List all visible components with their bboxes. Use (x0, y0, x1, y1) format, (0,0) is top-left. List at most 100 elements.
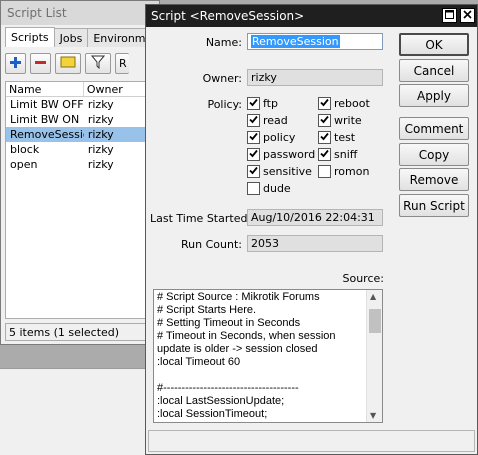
source-scrollbar[interactable]: ▲ ▼ (366, 290, 382, 422)
checkbox-test[interactable] (318, 131, 331, 144)
policy-sniff[interactable]: sniff (318, 148, 357, 161)
owner-field: rizky (247, 69, 383, 86)
policy-read-label: read (263, 114, 288, 127)
run-script-toolbar-label: R (119, 57, 127, 70)
run-script-button[interactable]: Run Script (399, 194, 469, 217)
row-name: open (10, 158, 38, 171)
row-name: block (10, 143, 40, 156)
check-icon (249, 131, 258, 144)
remove-button[interactable] (30, 53, 51, 74)
check-icon (320, 114, 329, 127)
copy-button[interactable]: Copy (399, 143, 469, 166)
tab-scripts[interactable]: Scripts (5, 27, 55, 47)
background-window-strip (0, 368, 160, 455)
comment-button[interactable]: Comment (399, 117, 469, 140)
policy-ftp-label: ftp (263, 97, 278, 110)
policy-dude-label: dude (263, 182, 291, 195)
checkbox-sensitive[interactable] (247, 165, 260, 178)
policy-policy-label: policy (263, 131, 296, 144)
last-started-label: Last Time Started: (150, 212, 252, 225)
cancel-button[interactable]: Cancel (399, 59, 469, 82)
close-button[interactable] (460, 8, 475, 23)
scroll-up-icon[interactable]: ▲ (370, 292, 376, 301)
add-button[interactable] (5, 53, 26, 74)
table-row-selected[interactable]: RemoveSession rizky (6, 127, 158, 142)
run-count-field: 2053 (247, 235, 383, 252)
checkbox-sniff[interactable] (318, 148, 331, 161)
check-icon (320, 97, 329, 110)
checkbox-reboot[interactable] (318, 97, 331, 110)
check-icon (320, 131, 329, 144)
last-started-field: Aug/10/2016 22:04:31 (247, 209, 383, 226)
check-icon (249, 148, 258, 161)
ok-button[interactable]: OK (399, 33, 469, 56)
policy-dude[interactable]: dude (247, 182, 291, 195)
comment-button[interactable] (55, 53, 81, 74)
checkbox-read[interactable] (247, 114, 260, 127)
table-row[interactable]: open rizky (6, 157, 158, 172)
policy-password-label: password (263, 148, 316, 161)
table-row[interactable]: Limit BW OFF rizky (6, 97, 158, 112)
dialog-status-bar (148, 430, 475, 452)
maximize-button[interactable] (442, 8, 457, 23)
script-list-toolbar: R (5, 53, 159, 77)
owner-label: Owner: (202, 72, 242, 85)
policy-ftp[interactable]: ftp (247, 97, 278, 110)
source-editor[interactable]: # Script Source : Mikrotik Forums # Scri… (153, 289, 383, 423)
checkbox-policy[interactable] (247, 131, 260, 144)
table-row[interactable]: block rizky (6, 142, 158, 157)
checkbox-romon[interactable] (318, 165, 331, 178)
row-name: Limit BW OFF (10, 98, 84, 111)
minus-icon (34, 56, 47, 72)
tab-jobs[interactable]: Jobs (53, 28, 89, 47)
filter-button[interactable] (85, 53, 111, 74)
checkbox-dude[interactable] (247, 182, 260, 195)
row-name: RemoveSession (10, 128, 84, 141)
policy-sensitive-label: sensitive (263, 165, 312, 178)
policy-romon[interactable]: romon (318, 165, 369, 178)
policy-write-label: write (334, 114, 362, 127)
policy-sensitive[interactable]: sensitive (247, 165, 312, 178)
scroll-down-icon[interactable]: ▼ (370, 411, 376, 420)
policy-write[interactable]: write (318, 114, 362, 127)
policy-romon-label: romon (334, 165, 370, 178)
column-name[interactable]: Name (6, 82, 84, 96)
policy-test[interactable]: test (318, 131, 355, 144)
source-label: Source: (342, 272, 385, 285)
close-icon (463, 9, 472, 22)
name-value: RemoveSession (251, 35, 340, 48)
check-icon (249, 114, 258, 127)
policy-policy[interactable]: policy (247, 131, 295, 144)
name-label: Name: (205, 36, 242, 49)
policy-label: Policy: (207, 98, 242, 111)
check-icon (249, 165, 258, 178)
check-icon (320, 148, 329, 161)
run-script-toolbar-button[interactable]: R (115, 53, 129, 74)
policy-read[interactable]: read (247, 114, 288, 127)
apply-button[interactable]: Apply (399, 84, 469, 107)
maximize-icon (445, 9, 454, 22)
plus-icon (9, 56, 22, 72)
policy-reboot[interactable]: reboot (318, 97, 370, 110)
checkbox-ftp[interactable] (247, 97, 260, 110)
scroll-thumb[interactable] (369, 309, 381, 333)
check-icon (249, 97, 258, 110)
table-header: Name Owner (6, 82, 158, 97)
script-list-title: Script List (1, 1, 159, 25)
run-count-label: Run Count: (181, 238, 242, 251)
checkbox-password[interactable] (247, 148, 260, 161)
source-text[interactable]: # Script Source : Mikrotik Forums # Scri… (157, 291, 365, 421)
policy-password[interactable]: password (247, 148, 315, 161)
policy-reboot-label: reboot (334, 97, 370, 110)
table-row[interactable]: Limit BW ON rizky (6, 112, 158, 127)
remove-button[interactable]: Remove (399, 168, 469, 191)
name-field[interactable]: RemoveSession (247, 33, 383, 50)
script-table: Name Owner Limit BW OFF rizky Limit BW O… (5, 81, 159, 319)
script-list-window: Script List Scripts Jobs Environment R N… (0, 0, 170, 345)
policy-sniff-label: sniff (334, 148, 358, 161)
row-name: Limit BW ON (10, 113, 80, 126)
checkbox-write[interactable] (318, 114, 331, 127)
script-list-status: 5 items (1 selected) (5, 323, 159, 341)
policy-test-label: test (334, 131, 356, 144)
script-edit-dialog: Script <RemoveSession> Name: RemoveSessi… (145, 4, 478, 455)
